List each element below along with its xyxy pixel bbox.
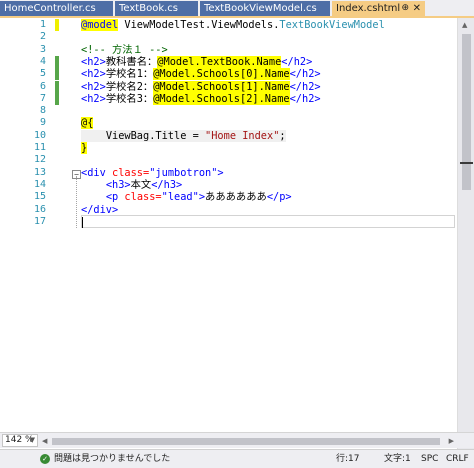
- line-number: 10: [33, 129, 46, 141]
- vertical-scroll-thumb[interactable]: [462, 34, 471, 190]
- code-line-3: <!-- 方法１ -->: [81, 43, 168, 56]
- tab-label: Index.cshtml: [336, 3, 401, 14]
- line-number: 11: [33, 142, 46, 153]
- code-line-15: <p class="lead">ああああああ</p>: [105, 191, 292, 204]
- line-number: 16: [33, 203, 46, 215]
- horizontal-scroll-thumb[interactable]: [52, 438, 440, 445]
- zoom-level-dropdown[interactable]: 142 % ▼: [2, 434, 38, 447]
- whitespace-mode[interactable]: SPC: [421, 453, 438, 465]
- check-circle-icon[interactable]: ✓: [40, 454, 50, 464]
- pin-icon[interactable]: ⊕: [401, 1, 409, 16]
- code-text-area[interactable]: @model ViewModelTest.ViewModels.TextBook…: [81, 18, 456, 450]
- tab-homecontroller[interactable]: HomeController.cs: [0, 1, 114, 17]
- vertical-scrollbar[interactable]: ▲ ▼: [457, 18, 474, 450]
- code-editor[interactable]: 1 2 3 4 5 6 7 8 9 10 11 12 13 14 15 16 1…: [0, 18, 474, 450]
- tab-textbookviewmodel[interactable]: TextBookViewModel.cs: [200, 1, 331, 17]
- code-line-14: <h3>本文</h3>: [105, 178, 183, 191]
- change-marker-saved: [55, 92, 59, 106]
- code-line-9: @{: [81, 117, 94, 130]
- close-icon[interactable]: ✕: [413, 1, 421, 16]
- char-indicator: 文字:1: [384, 454, 411, 464]
- line-ending-mode[interactable]: CRLF: [446, 453, 469, 465]
- scroll-right-icon[interactable]: ▶: [449, 435, 454, 447]
- line-number: 6: [39, 80, 46, 92]
- line-number-gutter: 1 2 3 4 5 6 7 8 9 10 11 12 13 14 15 16 1…: [0, 18, 52, 450]
- scroll-up-icon[interactable]: ▲: [462, 21, 467, 29]
- line-number: 1: [39, 19, 46, 30]
- issues-status-text[interactable]: 問題は見つかりませんでした: [54, 453, 170, 465]
- line-number: 13: [33, 166, 46, 178]
- tab-label: TextBook.cs: [119, 3, 178, 14]
- code-line-7: <h2>学校名3：@Model.Schools[2].Name</h2>: [81, 92, 321, 105]
- line-number: 17: [33, 215, 46, 227]
- change-marker-saved: [55, 80, 59, 93]
- document-tab-bar: HomeController.cs TextBook.cs TextBookVi…: [0, 0, 474, 18]
- code-line-16: </div>: [81, 203, 119, 216]
- code-line-6: <h2>学校名2：@Model.Schools[1].Name</h2>: [81, 80, 321, 93]
- tab-index-cshtml[interactable]: Index.cshtml ⊕ ✕: [332, 1, 426, 17]
- line-number: 5: [39, 68, 46, 80]
- line-number: 3: [39, 43, 46, 55]
- caret-position-marker: [460, 162, 473, 164]
- code-line-4: <h2>教科書名：@Model.TextBook.Name</h2>: [81, 55, 313, 68]
- code-line-1: @model ViewModelTest.ViewModels.TextBook…: [81, 19, 385, 31]
- change-marker-unsaved: [55, 19, 59, 32]
- status-bar: ✓ 問題は見つかりませんでした 行:17 文字:1 SPC CRLF: [0, 449, 474, 468]
- scroll-left-icon[interactable]: ◀: [42, 435, 47, 447]
- line-number: 9: [39, 117, 46, 129]
- editor-bottom-bar: 142 % ▼ ◀ ▶: [0, 432, 474, 448]
- tab-label: HomeController.cs: [4, 3, 96, 14]
- change-marker-saved: [55, 68, 59, 81]
- tab-label: TextBookViewModel.cs: [204, 3, 317, 14]
- line-number: 7: [39, 92, 46, 104]
- code-line-11: }: [81, 142, 88, 154]
- line-indicator: 行:17: [336, 454, 360, 464]
- line-number: 8: [39, 105, 46, 117]
- code-line-5: <h2>学校名1：@Model.Schools[0].Name</h2>: [81, 68, 321, 81]
- line-number: 4: [39, 55, 46, 67]
- horizontal-scrollbar[interactable]: ◀ ▶: [40, 435, 456, 447]
- tab-textbook[interactable]: TextBook.cs: [115, 1, 199, 17]
- line-number: 15: [33, 191, 46, 203]
- chevron-down-icon: ▼: [29, 436, 35, 444]
- change-marker-saved: [55, 55, 59, 69]
- code-line-13: <div class="jumbotron">: [81, 166, 224, 179]
- fold-guide: [76, 176, 77, 228]
- line-number: 14: [33, 178, 46, 190]
- line-number: 12: [33, 154, 46, 166]
- line-number: 2: [39, 31, 46, 43]
- code-line-10: ViewBag.Title = "Home Index";: [81, 129, 286, 142]
